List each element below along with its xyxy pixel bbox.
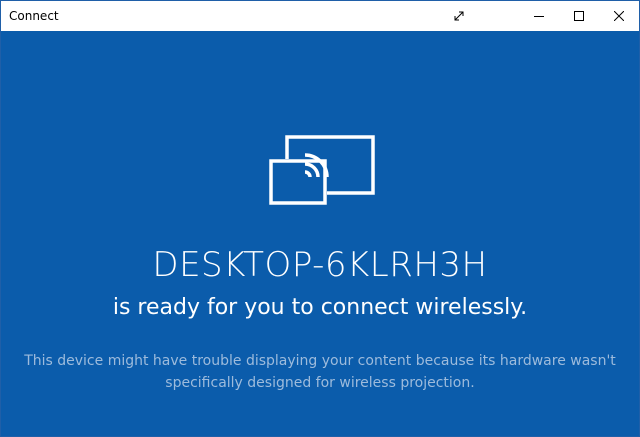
warning-message: This device might have trouble displayin… (24, 353, 616, 391)
wireless-projection-icon (269, 135, 375, 207)
close-button[interactable] (599, 1, 639, 31)
maximize-button[interactable] (559, 1, 599, 31)
minimize-button[interactable] (519, 1, 559, 31)
status-message: is ready for you to connect wirelessly. (112, 295, 528, 320)
title-bar[interactable]: Connect (1, 1, 639, 31)
main-content: DESKTOP-6KLRH3H is ready for you to conn… (1, 31, 639, 436)
window-title: Connect (9, 9, 59, 23)
close-icon (614, 11, 624, 21)
minimize-icon (534, 11, 544, 21)
device-name: DESKTOP-6KLRH3H (152, 245, 488, 285)
connect-app-window: Connect DESKTOP-6KLRH3H is ready for you… (0, 0, 640, 437)
maximize-icon (574, 11, 584, 21)
diagonal-arrows-icon (453, 10, 465, 22)
resize-button[interactable] (439, 1, 479, 31)
